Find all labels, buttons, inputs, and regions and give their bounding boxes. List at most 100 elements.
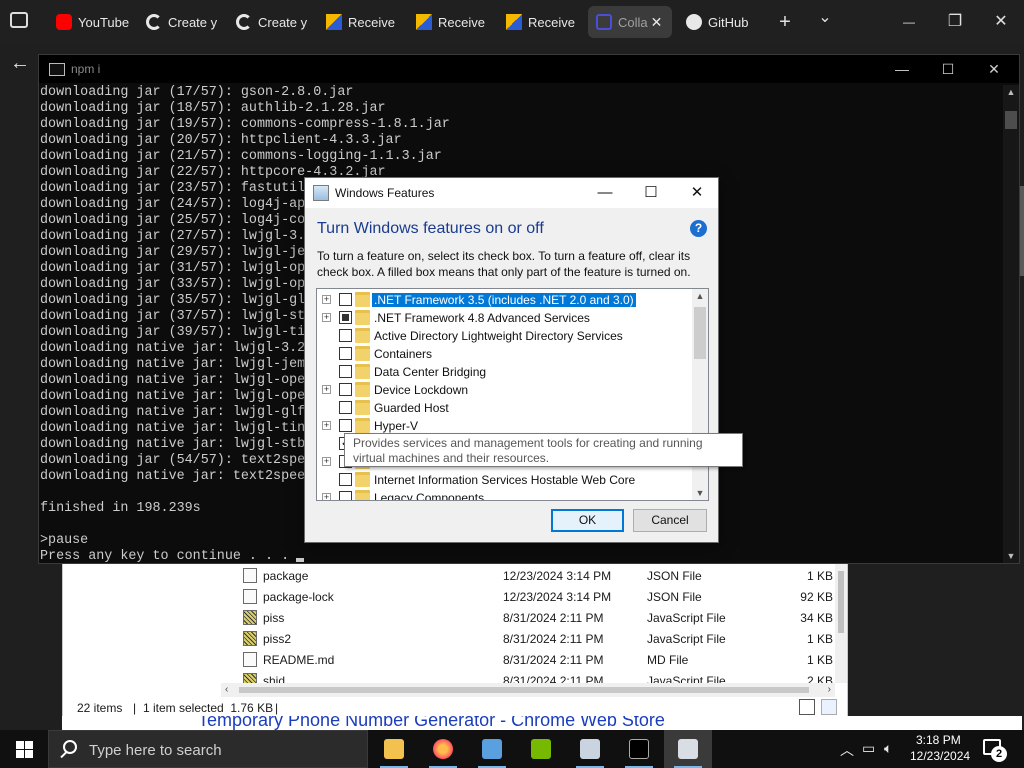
remote-desktop-icon[interactable] (566, 730, 614, 768)
volume-muted-icon[interactable]: 🔈︎ (884, 740, 892, 757)
file-size: 1 KB (806, 653, 833, 667)
feature-checkbox[interactable] (339, 419, 352, 432)
chevron-up-icon[interactable]: ︿ (840, 740, 854, 760)
ok-button[interactable]: OK (551, 509, 624, 532)
clock-time[interactable]: 3:18 PM (916, 733, 961, 747)
feature-item[interactable]: + Device Lockdown (317, 381, 693, 399)
file-row[interactable]: package 12/23/2024 3:14 PM JSON File 1 K… (223, 565, 835, 586)
feature-checkbox[interactable] (339, 293, 352, 306)
scrollbar-thumb[interactable] (1005, 111, 1017, 129)
file-row[interactable]: README.md 8/31/2024 2:11 PM MD File 1 KB (223, 649, 835, 670)
start-button[interactable] (0, 730, 48, 768)
terminal-icon[interactable] (615, 730, 663, 768)
cancel-button[interactable]: Cancel (633, 509, 707, 532)
tab-create-1[interactable]: Create y (138, 6, 224, 38)
scroll-down-arrow-icon[interactable]: ▼ (1003, 551, 1019, 561)
dialog-close-button[interactable]: ✕ (677, 180, 717, 206)
feature-checkbox[interactable] (339, 347, 352, 360)
firefox-icon[interactable] (419, 730, 467, 768)
large-icons-view-icon[interactable] (821, 699, 837, 715)
tab-search-icon[interactable] (10, 12, 28, 28)
page-link[interactable]: Temporary Phone Number Generator - Chrom… (198, 716, 665, 730)
feature-checkbox[interactable] (339, 473, 352, 486)
github-icon (686, 14, 702, 30)
feature-checkbox[interactable] (339, 311, 352, 324)
feature-item[interactable]: Active Directory Lightweight Directory S… (317, 327, 693, 345)
file-row[interactable]: shid 8/31/2024 2:11 PM JavaScript File 2… (223, 670, 835, 683)
file-list-vertical-scrollbar[interactable] (835, 563, 847, 683)
scroll-left-arrow-icon[interactable]: ‹ (225, 684, 228, 695)
tab-receive-2[interactable]: Receive (408, 6, 494, 38)
scroll-right-arrow-icon[interactable]: › (828, 684, 831, 695)
feature-item[interactable]: + .NET Framework 3.5 (includes .NET 2.0 a… (317, 291, 693, 309)
console-minimize-button[interactable]: — (887, 57, 917, 81)
browser-restore-button[interactable]: ❐ (940, 8, 970, 36)
file-name: package (263, 569, 309, 583)
scroll-down-arrow-icon[interactable]: ▼ (692, 488, 708, 498)
feature-item[interactable]: Containers (317, 345, 693, 363)
expand-icon[interactable]: + (322, 313, 331, 322)
feature-checkbox[interactable] (339, 329, 352, 342)
console-maximize-button[interactable]: ☐ (933, 57, 963, 81)
feature-label: Active Directory Lightweight Directory S… (374, 329, 623, 343)
feature-checkbox[interactable] (339, 383, 352, 396)
expand-icon[interactable]: + (322, 493, 331, 500)
feature-checkbox[interactable] (339, 401, 352, 414)
tab-label: GitHub (708, 14, 749, 30)
feature-item[interactable]: Data Center Bridging (317, 363, 693, 381)
browser-close-button[interactable]: ✕ (986, 8, 1016, 36)
sms-icon (506, 14, 522, 30)
file-list-horizontal-scrollbar[interactable]: ‹ › (221, 683, 835, 697)
tab-label: Receive (438, 14, 485, 30)
feature-checkbox[interactable] (339, 491, 352, 500)
file-row[interactable]: piss 8/31/2024 2:11 PM JavaScript File 3… (223, 607, 835, 628)
windows-features-taskbar-icon[interactable] (664, 730, 712, 768)
back-arrow-icon[interactable]: ← (10, 52, 30, 75)
details-view-icon[interactable] (799, 699, 815, 715)
console-scrollbar[interactable]: ▲ ▼ (1003, 85, 1019, 563)
dialog-minimize-button[interactable]: — (585, 180, 625, 206)
taskbar-search-box[interactable]: Type here to search (48, 730, 368, 768)
feature-item[interactable]: + Legacy Components (317, 489, 693, 500)
expand-icon[interactable]: + (322, 385, 331, 394)
expand-icon[interactable]: + (322, 421, 331, 430)
tab-github[interactable]: GitHub (678, 6, 764, 38)
network-icon[interactable]: ▭ (862, 740, 875, 757)
windows-logo-icon (25, 750, 33, 758)
new-tab-button[interactable]: + (770, 8, 800, 36)
control-panel-icon[interactable] (468, 730, 516, 768)
help-icon[interactable]: ? (690, 220, 707, 237)
nvidia-icon[interactable] (517, 730, 565, 768)
clock-date[interactable]: 12/23/2024 (910, 749, 970, 763)
expand-icon[interactable]: + (322, 295, 331, 304)
terminal-glyph (629, 739, 649, 759)
file-explorer-icon[interactable] (370, 730, 418, 768)
features-scrollbar[interactable]: ▲ ▼ (692, 289, 708, 500)
feature-item[interactable]: + .NET Framework 4.8 Advanced Services (317, 309, 693, 327)
scrollbar-thumb[interactable] (694, 307, 706, 359)
tab-colab[interactable]: Colla ✕ (588, 6, 672, 38)
tab-receive-1[interactable]: Receive (318, 6, 404, 38)
console-close-button[interactable]: ✕ (979, 57, 1009, 81)
scroll-up-arrow-icon[interactable]: ▲ (692, 291, 708, 301)
browser-minimize-button[interactable]: — (894, 8, 924, 36)
file-date: 8/31/2024 2:11 PM (503, 653, 604, 667)
scrollbar-thumb[interactable] (838, 571, 844, 633)
feature-item[interactable]: Guarded Host (317, 399, 693, 417)
feature-checkbox[interactable] (339, 365, 352, 378)
tab-youtube[interactable]: YouTube (48, 6, 134, 38)
file-row[interactable]: piss2 8/31/2024 2:11 PM JavaScript File … (223, 628, 835, 649)
tab-receive-3[interactable]: Receive (498, 6, 584, 38)
tab-list-button[interactable]: ⌄ (810, 4, 840, 32)
feature-label: Hyper-V (374, 419, 419, 433)
tab-create-2[interactable]: Create y (228, 6, 314, 38)
scroll-up-arrow-icon[interactable]: ▲ (1003, 87, 1019, 97)
feature-item[interactable]: Internet Information Services Hostable W… (317, 471, 693, 489)
expand-icon[interactable]: + (322, 457, 331, 466)
close-tab-icon[interactable]: ✕ (651, 14, 663, 31)
file-row[interactable]: package-lock 12/23/2024 3:14 PM JSON Fil… (223, 586, 835, 607)
colab-icon (596, 14, 612, 30)
dialog-maximize-button[interactable]: ☐ (631, 180, 671, 206)
remote-desktop-glyph (580, 739, 600, 759)
scrollbar-thumb[interactable] (239, 687, 809, 693)
